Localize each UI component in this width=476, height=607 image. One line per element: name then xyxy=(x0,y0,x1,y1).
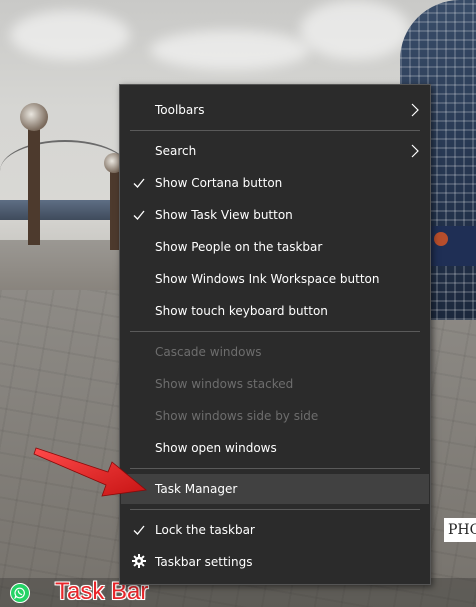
menu-item-cascade-windows: Cascade windows xyxy=(121,337,429,367)
menu-item-label: Task Manager xyxy=(155,482,238,496)
menu-item-show-task-view-button[interactable]: Show Task View button xyxy=(121,200,429,230)
wallpaper-corner-text: PHO xyxy=(444,518,476,542)
wallpaper-cloud xyxy=(300,0,410,60)
gear-icon xyxy=(132,554,146,568)
menu-item-show-open-windows[interactable]: Show open windows xyxy=(121,433,429,463)
wallpaper-lamp-globe xyxy=(20,103,48,131)
menu-item-task-manager[interactable]: Task Manager xyxy=(121,474,429,504)
menu-item-taskbar-settings[interactable]: Taskbar settings xyxy=(121,547,429,577)
wallpaper-poster-emblem xyxy=(434,232,448,246)
menu-item-show-touch-keyboard[interactable]: Show touch keyboard button xyxy=(121,296,429,326)
chevron-right-icon xyxy=(411,144,419,158)
menu-item-label: Show windows stacked xyxy=(155,377,294,391)
chevron-right-icon xyxy=(411,103,419,117)
wallpaper-lamp-post xyxy=(28,125,40,245)
checkmark-icon xyxy=(133,525,145,535)
menu-item-label: Lock the taskbar xyxy=(155,523,255,537)
menu-item-toolbars[interactable]: Toolbars xyxy=(121,95,429,125)
menu-item-label: Show Windows Ink Workspace button xyxy=(155,272,380,286)
menu-separator xyxy=(130,331,420,332)
menu-item-label: Show touch keyboard button xyxy=(155,304,328,318)
menu-item-label: Cascade windows xyxy=(155,345,262,359)
menu-item-show-ink-workspace[interactable]: Show Windows Ink Workspace button xyxy=(121,264,429,294)
menu-item-label: Show Cortana button xyxy=(155,176,283,190)
checkmark-icon xyxy=(133,178,145,188)
menu-item-label: Show open windows xyxy=(155,441,277,455)
menu-separator xyxy=(130,468,420,469)
wallpaper-cloud xyxy=(10,10,130,60)
menu-item-show-windows-stacked: Show windows stacked xyxy=(121,369,429,399)
menu-item-search[interactable]: Search xyxy=(121,136,429,166)
menu-item-lock-the-taskbar[interactable]: Lock the taskbar xyxy=(121,515,429,545)
menu-item-show-cortana-button[interactable]: Show Cortana button xyxy=(121,168,429,198)
taskbar-context-menu: Toolbars Search Show Cortana button Show… xyxy=(119,84,431,585)
whatsapp-icon[interactable] xyxy=(10,583,30,603)
menu-item-label: Show windows side by side xyxy=(155,409,319,423)
checkmark-icon xyxy=(133,210,145,220)
menu-item-label: Show Task View button xyxy=(155,208,293,222)
menu-item-label: Toolbars xyxy=(155,103,205,117)
menu-item-label: Search xyxy=(155,144,197,158)
menu-separator xyxy=(130,130,420,131)
menu-item-show-people[interactable]: Show People on the taskbar xyxy=(121,232,429,262)
menu-item-show-windows-side-by-side: Show windows side by side xyxy=(121,401,429,431)
menu-separator xyxy=(130,509,420,510)
wallpaper-cloud xyxy=(150,30,310,70)
wallpaper-poster xyxy=(428,226,476,266)
wallpaper-lamp-post xyxy=(110,170,119,250)
menu-item-label: Taskbar settings xyxy=(155,555,253,569)
menu-item-label: Show People on the taskbar xyxy=(155,240,323,254)
